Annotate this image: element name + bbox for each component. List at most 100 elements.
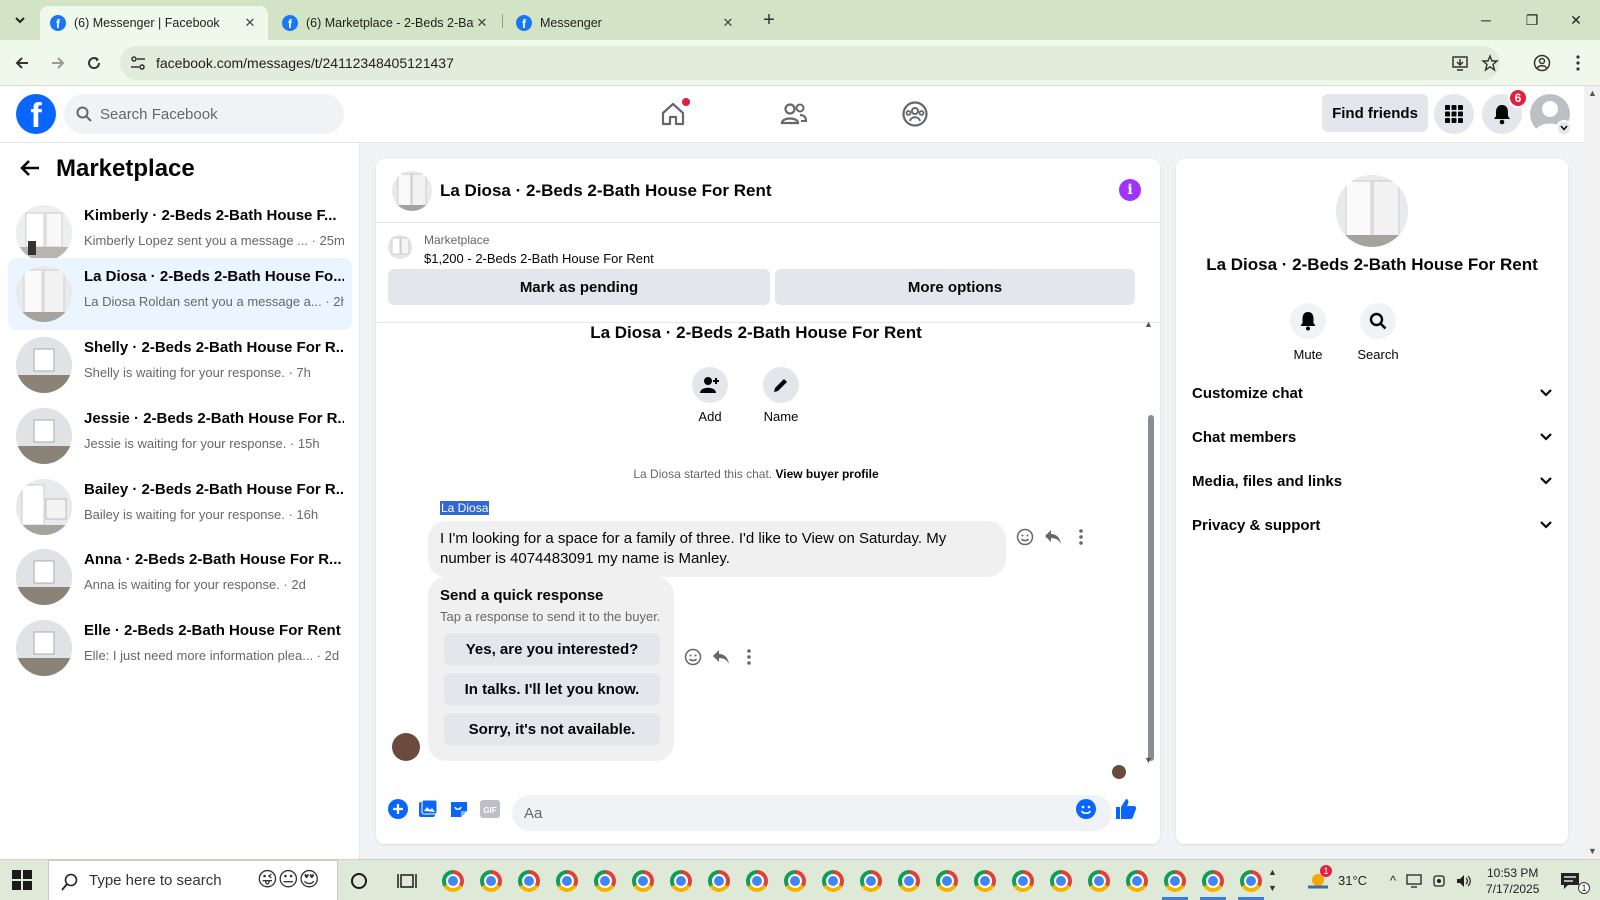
plus-circle-icon[interactable] [386, 797, 410, 821]
chrome-profile-icon[interactable] [706, 868, 732, 894]
address-bar[interactable]: facebook.com/messages/t/2411234840512143… [120, 46, 1500, 80]
message-input[interactable]: Aa [512, 795, 1112, 831]
reload-button[interactable] [82, 51, 106, 75]
chrome-profile-icon[interactable] [1162, 868, 1188, 894]
chrome-profile-icon[interactable] [896, 868, 922, 894]
sticker-icon[interactable] [447, 797, 471, 821]
new-tab-button[interactable]: + [757, 8, 781, 32]
profile-icon[interactable] [1530, 51, 1554, 75]
conversation-item-jessie[interactable]: Jessie · 2-Beds 2-Bath House For R... Je… [8, 400, 352, 472]
chrome-profile-icon[interactable] [1010, 868, 1036, 894]
chat-avatar[interactable] [392, 171, 432, 211]
info-icon[interactable]: i [1119, 179, 1141, 201]
conversation-item-bailey[interactable]: Bailey · 2-Beds 2-Bath House For R... Ba… [8, 471, 352, 543]
find-friends-button[interactable]: Find friends [1322, 94, 1428, 132]
emoji-icon[interactable] [1074, 797, 1098, 821]
task-view-icon[interactable] [394, 868, 420, 894]
conversation-item-elle[interactable]: Elle · 2-Beds 2-Bath House For Rent Elle… [8, 612, 352, 684]
back-button[interactable] [10, 51, 34, 75]
close-tab-icon[interactable]: ✕ [242, 15, 258, 31]
close-tab-icon[interactable]: ✕ [720, 15, 736, 31]
friends-icon[interactable] [776, 96, 812, 132]
chrome-profile-icon[interactable] [668, 868, 694, 894]
back-arrow-icon[interactable] [20, 157, 40, 183]
chrome-profile-icon[interactable] [554, 868, 580, 894]
reply-icon[interactable] [710, 646, 732, 668]
name-chat-button[interactable]: Name [751, 367, 811, 424]
weather-widget[interactable]: 1 31°C [1306, 860, 1367, 900]
quick-response-option[interactable]: Sorry, it's not available. [444, 713, 660, 745]
privacy-support-section[interactable]: Privacy & support [1192, 505, 1552, 545]
search-in-conversation-button[interactable]: Search [1348, 303, 1408, 362]
chrome-profile-icon[interactable] [820, 868, 846, 894]
tab-search-button[interactable] [8, 8, 32, 32]
attach-photo-icon[interactable] [416, 797, 440, 821]
forward-button[interactable] [46, 51, 70, 75]
volume-icon[interactable] [1456, 874, 1472, 888]
chrome-profile-icon[interactable] [1086, 868, 1112, 894]
chrome-profile-icon[interactable] [934, 868, 960, 894]
chat-title[interactable]: La Diosa · 2-Beds 2-Bath House For Rent [440, 181, 772, 201]
close-tab-icon[interactable]: ✕ [474, 15, 490, 31]
chrome-profile-icon[interactable] [744, 868, 770, 894]
scroll-up-arrow[interactable]: ▲ [1144, 319, 1153, 329]
bookmark-star-icon[interactable] [1478, 51, 1502, 75]
chrome-profile-icon[interactable] [972, 868, 998, 894]
taskbar-overflow-arrows[interactable]: ▲ ▼ [1268, 864, 1277, 896]
conversation-item-shelly[interactable]: Shelly · 2-Beds 2-Bath House For R... Sh… [8, 329, 352, 401]
chat-members-section[interactable]: Chat members [1192, 417, 1552, 457]
react-emoji-icon[interactable] [1014, 526, 1036, 548]
view-buyer-profile-link[interactable]: View buyer profile [775, 467, 878, 481]
facebook-search-input[interactable]: Search Facebook [64, 94, 344, 134]
account-chevron-icon[interactable] [1556, 120, 1572, 136]
conversation-item-anna[interactable]: Anna · 2-Beds 2-Bath House For R... Anna… [8, 541, 352, 613]
groups-icon[interactable] [897, 96, 933, 132]
chrome-profile-icon[interactable] [858, 868, 884, 894]
customize-chat-section[interactable]: Customize chat [1192, 373, 1552, 413]
thumbs-up-icon[interactable] [1114, 797, 1138, 821]
restore-button[interactable]: ❐ [1512, 8, 1552, 32]
scroll-down-arrow[interactable]: ▼ [1144, 755, 1153, 765]
add-people-button[interactable]: Add [680, 367, 740, 424]
menu-grid-icon[interactable] [1434, 94, 1474, 134]
details-avatar[interactable] [1336, 175, 1408, 247]
chrome-profile-icon[interactable] [478, 868, 504, 894]
taskbar-search-box[interactable]: Type here to search 😜😐😍 [48, 860, 338, 900]
chrome-profile-icon[interactable] [592, 868, 618, 894]
react-emoji-icon[interactable] [682, 646, 704, 668]
mark-as-pending-button[interactable]: Mark as pending [388, 269, 770, 305]
notification-center-icon[interactable]: 1 [1560, 860, 1590, 900]
chrome-profile-icon[interactable] [630, 868, 656, 894]
chrome-profile-icon[interactable] [782, 868, 808, 894]
conversation-item-la-diosa[interactable]: La Diosa · 2-Beds 2-Bath House Fo... La … [8, 258, 352, 330]
page-scroll-down-arrow[interactable]: ▼ [1588, 846, 1597, 856]
chat-scrollbar-thumb[interactable] [1148, 415, 1154, 761]
incoming-message-bubble[interactable]: I I'm looking for a space for a family o… [428, 521, 1006, 577]
listing-price-title[interactable]: $1,200 - 2-Beds 2-Bath House For Rent [424, 251, 654, 266]
reply-icon[interactable] [1042, 526, 1064, 548]
facebook-logo-icon[interactable]: f [16, 94, 56, 134]
site-info-icon[interactable] [130, 55, 146, 71]
chrome-profile-icon[interactable] [516, 868, 542, 894]
quick-response-option[interactable]: In talks. I'll let you know. [444, 673, 660, 705]
tab-messenger[interactable]: f Messenger ✕ [506, 6, 746, 40]
clock[interactable]: 10:53 PM 7/17/2025 [1486, 860, 1539, 900]
tab-messenger-facebook[interactable]: f (6) Messenger | Facebook ✕ [40, 6, 268, 40]
browser-menu-icon[interactable] [1566, 51, 1590, 75]
install-app-icon[interactable] [1448, 51, 1472, 75]
listing-mini-thumbnail[interactable] [388, 235, 412, 259]
chrome-profile-icon[interactable] [1200, 868, 1226, 894]
more-actions-icon[interactable] [1070, 526, 1092, 548]
chrome-profile-icon[interactable] [1048, 868, 1074, 894]
tray-chevron-up-icon[interactable]: ^ [1390, 873, 1396, 888]
quick-response-option[interactable]: Yes, are you interested? [444, 633, 660, 665]
minimize-button[interactable]: ─ [1466, 8, 1506, 32]
camera-icon[interactable] [1432, 874, 1446, 888]
chrome-profile-icon[interactable] [1238, 868, 1264, 894]
sender-avatar[interactable] [392, 733, 420, 761]
page-scroll-up-arrow[interactable]: ▲ [1588, 88, 1597, 98]
chrome-profile-icon[interactable] [1124, 868, 1150, 894]
gif-icon[interactable]: GIF [478, 797, 502, 821]
close-window-button[interactable]: ✕ [1556, 8, 1596, 32]
mute-button[interactable]: Mute [1278, 303, 1338, 362]
